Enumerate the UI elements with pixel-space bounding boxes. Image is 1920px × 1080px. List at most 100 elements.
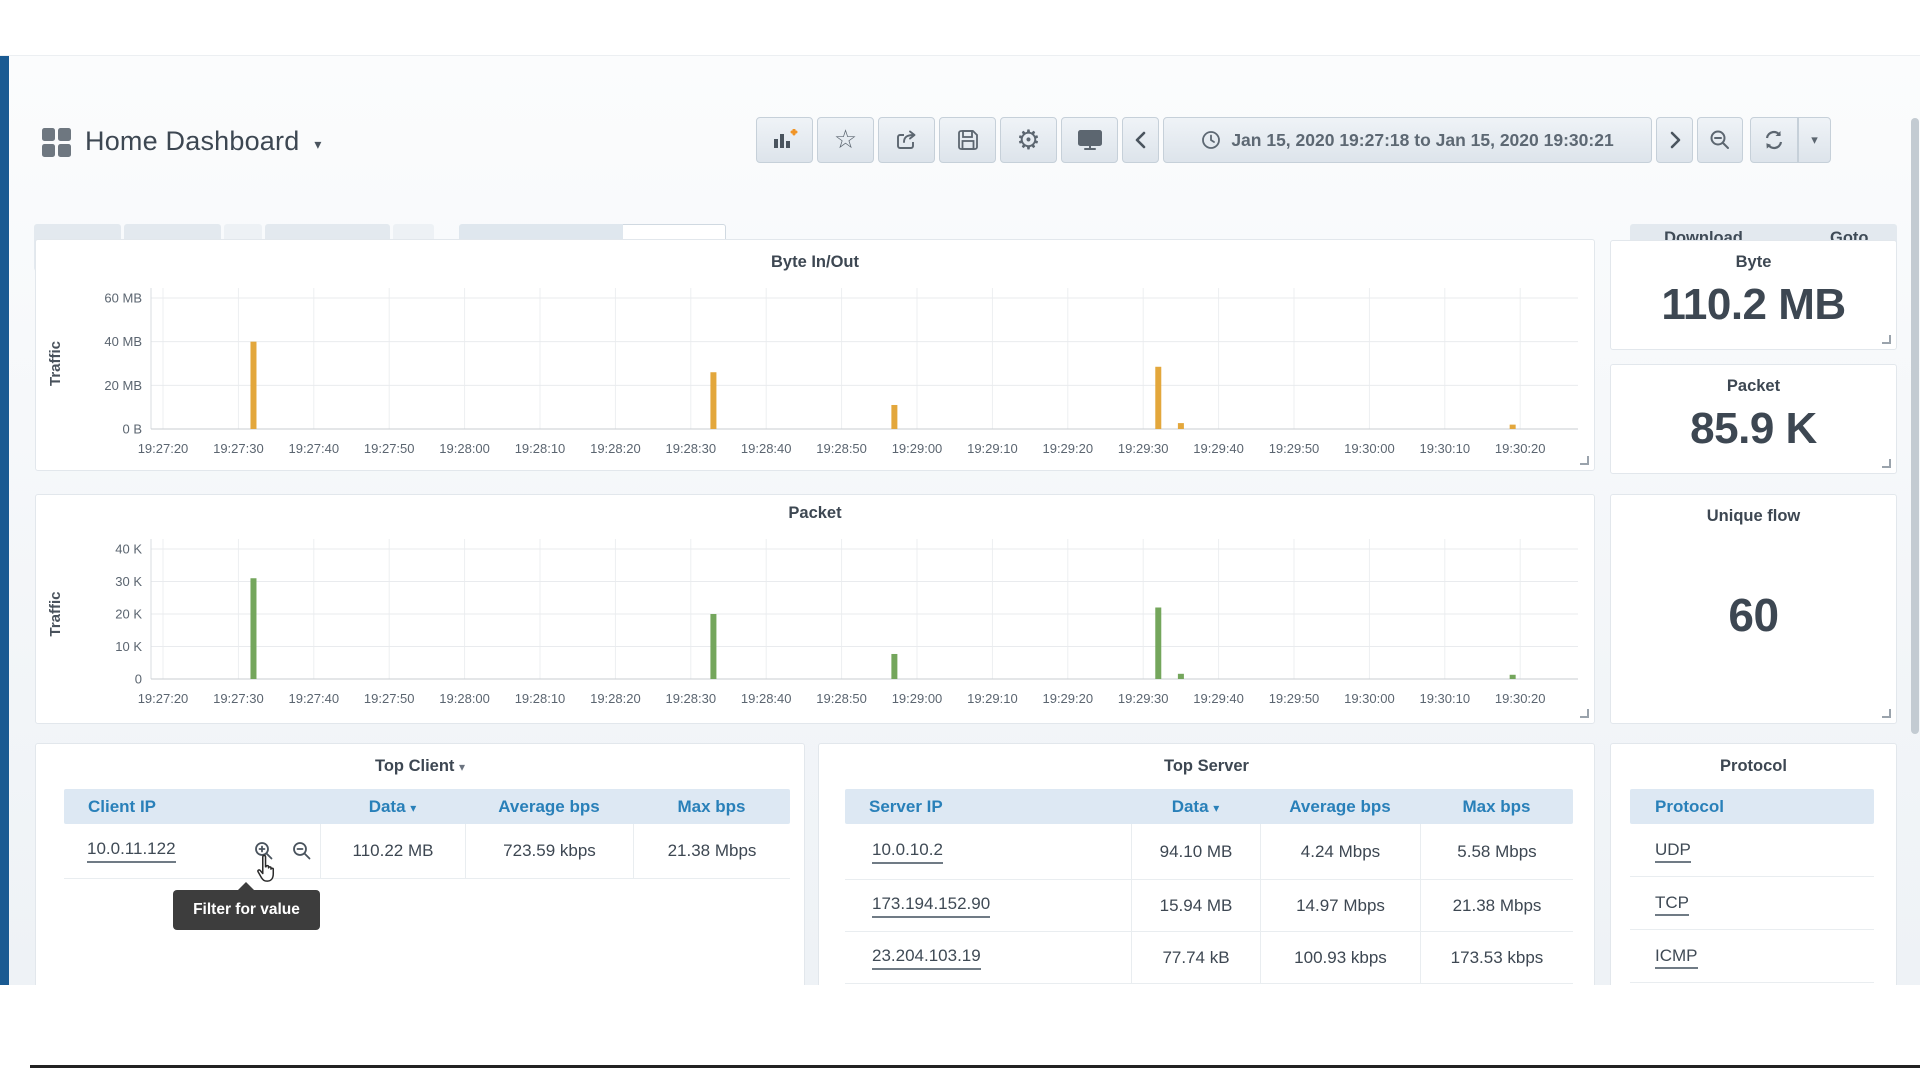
svg-text:19:28:00: 19:28:00	[439, 691, 490, 706]
time-range-picker[interactable]: Jan 15, 2020 19:27:18 to Jan 15, 2020 19…	[1163, 117, 1652, 163]
protocol-table: Protocol UDP TCP ICMP	[1630, 789, 1874, 983]
col-protocol[interactable]: Protocol	[1630, 797, 1874, 817]
zoom-out-time-button[interactable]	[1697, 117, 1743, 163]
settings-button[interactable]: ⚙	[1000, 117, 1057, 163]
svg-text:0: 0	[135, 672, 142, 687]
svg-text:19:30:00: 19:30:00	[1344, 691, 1395, 706]
svg-text:19:28:10: 19:28:10	[515, 441, 566, 456]
svg-text:19:29:10: 19:29:10	[967, 441, 1018, 456]
col-data[interactable]: Data	[320, 797, 465, 817]
refresh-options-button[interactable]	[1798, 117, 1831, 163]
vertical-scrollbar[interactable]	[1911, 118, 1919, 734]
time-next-button[interactable]	[1656, 117, 1693, 163]
svg-text:19:30:00: 19:30:00	[1344, 441, 1395, 456]
table-row: UDP	[1630, 824, 1874, 877]
table-row: 23.204.103.19 77.74 kB 100.93 kbps 173.5…	[845, 932, 1573, 984]
svg-text:19:27:40: 19:27:40	[288, 691, 339, 706]
svg-text:19:29:40: 19:29:40	[1193, 441, 1244, 456]
svg-text:19:27:50: 19:27:50	[364, 691, 415, 706]
svg-text:60 MB: 60 MB	[104, 291, 142, 306]
svg-text:19:29:30: 19:29:30	[1118, 691, 1169, 706]
time-range-label: Jan 15, 2020 19:27:18 to Jan 15, 2020 19…	[1231, 130, 1613, 151]
svg-text:19:27:30: 19:27:30	[213, 441, 264, 456]
add-chart-button[interactable]	[756, 117, 813, 163]
svg-text:19:28:40: 19:28:40	[741, 691, 792, 706]
svg-text:40 K: 40 K	[115, 542, 142, 557]
average-bps-cell: 723.59 kbps	[465, 824, 633, 878]
col-max-bps[interactable]: Max bps	[1420, 797, 1573, 817]
server-ip-link[interactable]: 173.194.152.90	[872, 894, 990, 918]
share-button[interactable]	[878, 117, 935, 163]
col-server-ip[interactable]: Server IP	[845, 797, 1131, 817]
save-button[interactable]	[939, 117, 996, 163]
zoom-out-icon	[1709, 129, 1731, 151]
svg-text:19:28:40: 19:28:40	[741, 441, 792, 456]
zoom-out-filter-icon[interactable]	[292, 841, 312, 866]
svg-text:19:29:10: 19:29:10	[967, 691, 1018, 706]
col-average-bps[interactable]: Average bps	[1260, 797, 1420, 817]
svg-text:30 K: 30 K	[115, 574, 142, 589]
top-client-panel: Top Client Client IP Data Average bps Ma…	[35, 743, 805, 985]
col-max-bps[interactable]: Max bps	[633, 797, 790, 817]
average-bps-cell: 4.24 Mbps	[1260, 824, 1420, 879]
display-button[interactable]	[1061, 117, 1118, 163]
monitor-icon	[1077, 129, 1103, 151]
refresh-split-button	[1750, 117, 1831, 163]
favorite-button[interactable]: ☆	[817, 117, 874, 163]
add-chart-icon	[772, 129, 798, 151]
resize-handle[interactable]	[1882, 459, 1891, 468]
svg-text:19:28:50: 19:28:50	[816, 441, 867, 456]
svg-text:19:29:30: 19:29:30	[1118, 441, 1169, 456]
svg-text:19:27:20: 19:27:20	[138, 691, 189, 706]
refresh-button[interactable]	[1750, 117, 1798, 163]
resize-handle[interactable]	[1580, 456, 1589, 465]
time-previous-button[interactable]	[1122, 117, 1159, 163]
col-client-ip[interactable]: Client IP	[64, 797, 320, 817]
table-row: 10.0.11.122 110.22 MB	[64, 824, 790, 879]
stat-title: Unique flow	[1707, 507, 1801, 526]
svg-text:19:27:50: 19:27:50	[364, 441, 415, 456]
max-bps-cell: 5.58 Mbps	[1420, 824, 1573, 879]
protocol-link[interactable]: ICMP	[1655, 946, 1698, 969]
server-ip-link[interactable]: 10.0.10.2	[872, 840, 943, 864]
packet-stat-card: Packet 85.9 K	[1610, 364, 1897, 474]
svg-text:19:30:20: 19:30:20	[1495, 691, 1546, 706]
table-row: TCP	[1630, 877, 1874, 930]
resize-handle[interactable]	[1882, 335, 1891, 344]
max-bps-cell: 173.53 kbps	[1420, 932, 1573, 983]
top-client-title[interactable]: Top Client	[375, 757, 454, 775]
dashboard: Home Dashboard ☆	[0, 55, 1920, 985]
protocol-link[interactable]: UDP	[1655, 840, 1691, 863]
svg-text:20 MB: 20 MB	[104, 378, 142, 393]
mouse-cursor-pointer	[252, 854, 280, 889]
stat-value: 110.2 MB	[1661, 280, 1845, 330]
svg-text:0 B: 0 B	[122, 422, 142, 437]
svg-text:19:29:40: 19:29:40	[1193, 691, 1244, 706]
caret-down-icon[interactable]	[459, 760, 465, 774]
data-cell: 77.74 kB	[1131, 932, 1260, 983]
server-ip-link[interactable]: 23.204.103.19	[872, 946, 981, 970]
average-bps-cell: 14.97 Mbps	[1260, 880, 1420, 931]
svg-text:10 K: 10 K	[115, 639, 142, 654]
top-server-panel: Top Server Server IP Data Average bps Ma…	[818, 743, 1595, 985]
unique-flow-card: Unique flow 60	[1610, 494, 1897, 724]
top-server-table: Server IP Data Average bps Max bps 10.0.…	[845, 789, 1573, 984]
svg-text:19:27:20: 19:27:20	[138, 441, 189, 456]
client-ip-link[interactable]: 10.0.11.122	[87, 839, 176, 863]
protocol-link[interactable]: TCP	[1655, 893, 1689, 916]
resize-handle[interactable]	[1882, 709, 1891, 718]
svg-text:40 MB: 40 MB	[104, 334, 142, 349]
col-data[interactable]: Data	[1131, 797, 1260, 817]
max-bps-cell: 21.38 Mbps	[1420, 880, 1573, 931]
resize-handle[interactable]	[1580, 709, 1589, 718]
save-icon	[957, 129, 979, 151]
chart-title: Packet	[36, 504, 1594, 523]
svg-text:19:30:20: 19:30:20	[1495, 441, 1546, 456]
svg-text:19:27:30: 19:27:30	[213, 691, 264, 706]
title-dropdown-caret-icon[interactable]	[314, 136, 321, 153]
caret-down-icon	[1811, 132, 1818, 148]
svg-text:19:28:30: 19:28:30	[665, 441, 716, 456]
svg-text:19:28:30: 19:28:30	[665, 691, 716, 706]
byte-inout-chart-panel: 60 MB 40 MB 20 MB 0 B 19:27:20 19:27:30 19:27:…	[35, 239, 1595, 471]
col-average-bps[interactable]: Average bps	[465, 797, 633, 817]
